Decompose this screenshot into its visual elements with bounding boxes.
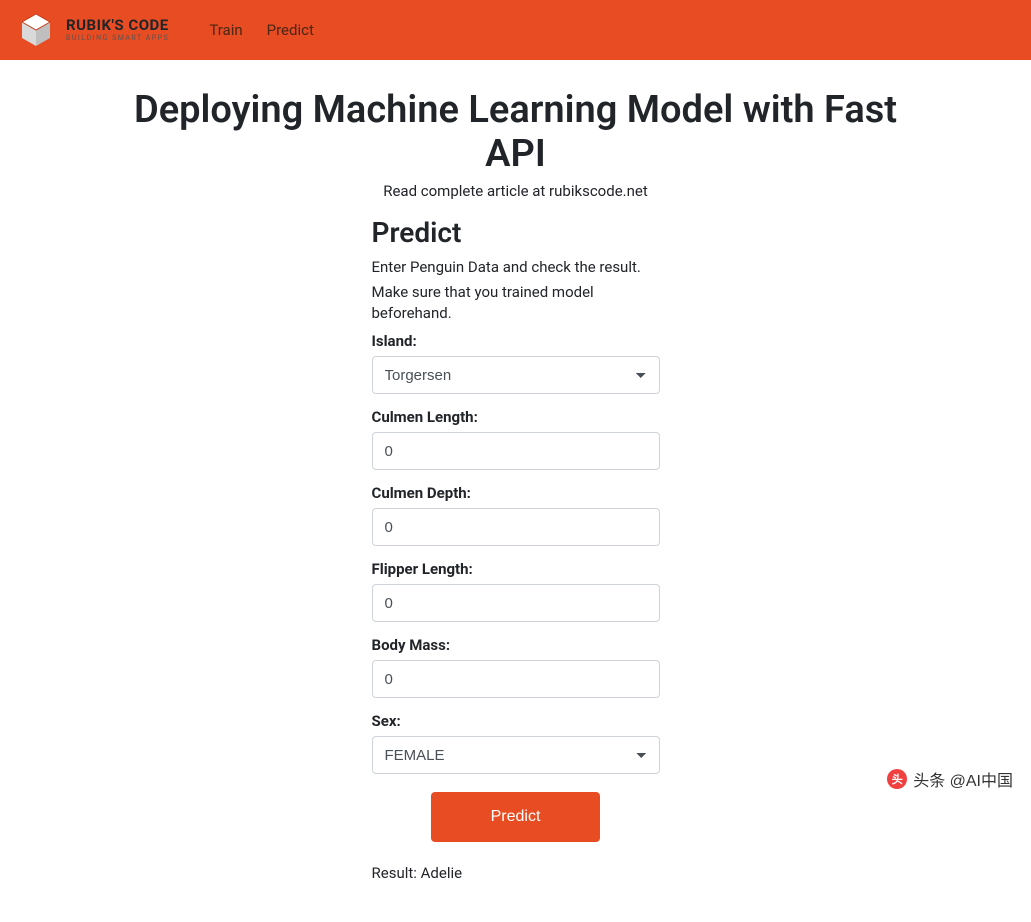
result-text: Result: Adelie — [372, 864, 660, 882]
page-subtitle: Read complete article at rubikscode.net — [132, 182, 900, 200]
nav-link-predict[interactable]: Predict — [267, 21, 314, 39]
island-label: Island: — [372, 332, 660, 350]
navbar: RUBIK'S CODE BUILDING SMART APPS Train P… — [0, 0, 1031, 60]
predict-form: Predict Enter Penguin Data and check the… — [372, 216, 660, 882]
brand[interactable]: RUBIK'S CODE BUILDING SMART APPS — [16, 10, 169, 50]
main-container: Deploying Machine Learning Model with Fa… — [116, 60, 916, 922]
page-title: Deploying Machine Learning Model with Fa… — [132, 88, 900, 176]
brand-title: RUBIK'S CODE — [66, 18, 169, 33]
flipper-length-input[interactable] — [372, 584, 660, 622]
watermark: 头 头条 @AI中国 — [887, 767, 1013, 791]
brand-subtitle: BUILDING SMART APPS — [66, 35, 169, 42]
sex-select[interactable]: FEMALE — [372, 736, 660, 774]
culmen-length-input[interactable] — [372, 432, 660, 470]
culmen-depth-input[interactable] — [372, 508, 660, 546]
island-select[interactable]: Torgersen — [372, 356, 660, 394]
form-desc-2: Make sure that you trained model beforeh… — [372, 282, 660, 324]
watermark-icon: 头 — [887, 769, 907, 789]
nav-link-train[interactable]: Train — [209, 21, 242, 39]
body-mass-label: Body Mass: — [372, 636, 660, 654]
form-desc-1: Enter Penguin Data and check the result. — [372, 257, 660, 278]
culmen-length-label: Culmen Length: — [372, 408, 660, 426]
body-mass-input[interactable] — [372, 660, 660, 698]
predict-button[interactable]: Predict — [431, 792, 601, 842]
nav-links: Train Predict — [209, 21, 314, 39]
culmen-depth-label: Culmen Depth: — [372, 484, 660, 502]
watermark-text: 头条 @AI中国 — [913, 767, 1013, 791]
flipper-length-label: Flipper Length: — [372, 560, 660, 578]
sex-label: Sex: — [372, 712, 660, 730]
cube-logo-icon — [16, 10, 56, 50]
form-title: Predict — [372, 216, 660, 249]
